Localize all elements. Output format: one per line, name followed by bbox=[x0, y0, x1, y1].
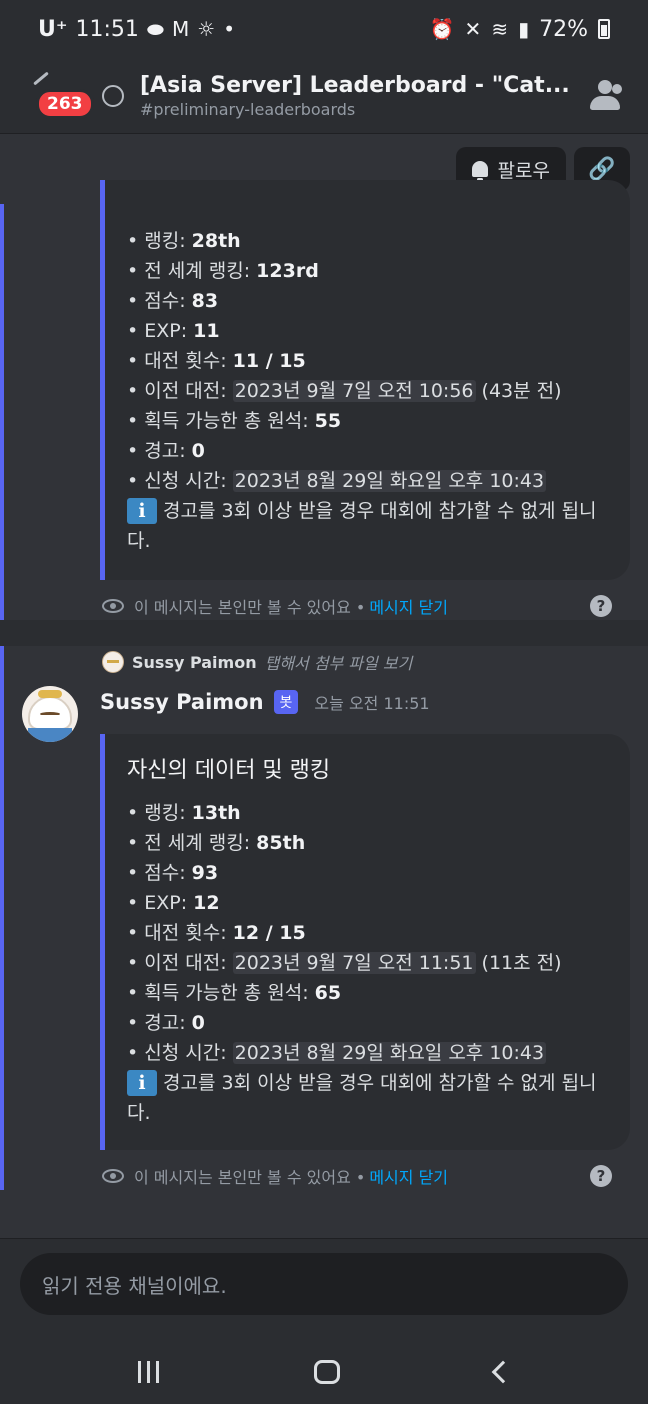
battery-percent: 72% bbox=[539, 16, 588, 42]
signal-icon: ▮ bbox=[518, 17, 530, 41]
channel-title: [Asia Server] Leaderboard - "Cat... bbox=[140, 72, 570, 98]
back-button[interactable] bbox=[491, 1360, 514, 1384]
ephemeral-text: 이 메시지는 본인만 볼 수 있어요 • bbox=[134, 598, 366, 617]
info-icon: i bbox=[127, 1070, 157, 1096]
home-button[interactable] bbox=[313, 1360, 340, 1384]
sun-icon: ☼ bbox=[197, 17, 216, 41]
menu-button[interactable]: 263 bbox=[22, 71, 94, 121]
dismiss-message-link[interactable]: 메시지 닫기 bbox=[369, 1164, 448, 1188]
message-header: Sussy Paimon 봇 오늘 오전 11:51 bbox=[100, 690, 430, 714]
embed-card: 자신의 데이터 및 랭킹 • 랭킹: 13th • 전 세계 랭킹: 85th … bbox=[100, 734, 630, 1150]
unread-badge: 263 bbox=[36, 88, 94, 119]
eye-icon bbox=[102, 599, 124, 613]
clock: 11:51 bbox=[75, 16, 139, 42]
dot-icon: • bbox=[223, 17, 235, 41]
bell-icon bbox=[471, 161, 488, 181]
field-exp: • EXP: 12 bbox=[127, 892, 220, 914]
avatar[interactable] bbox=[22, 686, 78, 742]
field-warnings: • 경고: 0 bbox=[127, 1012, 205, 1034]
highlight-bar bbox=[0, 204, 4, 620]
carrier-label: U⁺ bbox=[38, 16, 68, 42]
field-signup-time: • 신청 시간: 2023년 8월 29일 화요일 오후 10:43 bbox=[127, 470, 547, 492]
reply-avatar bbox=[102, 651, 124, 673]
hamburger-icon bbox=[33, 71, 49, 85]
follow-label: 팔로우 bbox=[497, 159, 550, 182]
mute-icon: ✕ bbox=[464, 17, 482, 41]
help-icon[interactable]: ? bbox=[590, 1165, 612, 1187]
field-primogems: • 획득 가능한 총 원석: 65 bbox=[127, 982, 342, 1004]
help-icon[interactable]: ? bbox=[590, 595, 612, 617]
bot-tag: 봇 bbox=[273, 690, 299, 714]
channel-title-block[interactable]: [Asia Server] Leaderboard - "Cat... #pre… bbox=[140, 73, 586, 119]
ephemeral-notice: 이 메시지는 본인만 볼 수 있어요 • 메시지 닫기 ? bbox=[102, 1164, 612, 1188]
system-navbar bbox=[0, 1339, 648, 1404]
ephemeral-text: 이 메시지는 본인만 볼 수 있어요 • bbox=[134, 1168, 366, 1187]
ephemeral-notice: 이 메시지는 본인만 볼 수 있어요 • 메시지 닫기 ? bbox=[102, 594, 612, 618]
wifi-icon: ≋ bbox=[491, 17, 509, 41]
field-score: • 점수: 83 bbox=[127, 290, 219, 312]
recents-button[interactable] bbox=[137, 1361, 159, 1383]
embed-card: • 랭킹: 28th • 전 세계 랭킹: 123rd • 점수: 83 • E… bbox=[100, 180, 630, 580]
reply-reference[interactable]: Sussy Paimon 탭해서 첨부 파일 보기 bbox=[102, 650, 412, 674]
highlight-bar bbox=[0, 646, 4, 1190]
channel-header: 263 [Asia Server] Leaderboard - "Cat... … bbox=[0, 58, 648, 134]
composer-area: 읽기 전용 채널이에요. bbox=[0, 1238, 648, 1404]
field-score: • 점수: 93 bbox=[127, 862, 219, 884]
embed-title: 자신의 데이터 및 랭킹 bbox=[127, 758, 331, 783]
members-icon[interactable] bbox=[586, 76, 626, 116]
field-rank: • 랭킹: 13th bbox=[127, 802, 241, 824]
author-name[interactable]: Sussy Paimon bbox=[100, 690, 264, 714]
field-prev-match: • 이전 대전: 2023년 9월 7일 오전 10:56 (43분 전) bbox=[127, 380, 562, 402]
reply-author: Sussy Paimon bbox=[132, 652, 257, 672]
info-note: i 경고를 3회 이상 받을 경우 대회에 참가할 수 없게 됩니다. bbox=[127, 1070, 597, 1124]
dismiss-message-link[interactable]: 메시지 닫기 bbox=[369, 594, 448, 618]
message-timestamp: 오늘 오전 11:51 bbox=[314, 694, 430, 713]
field-global-rank: • 전 세계 랭킹: 123rd bbox=[127, 260, 319, 282]
eye-icon bbox=[102, 1169, 124, 1183]
field-rank: • 랭킹: 28th bbox=[127, 230, 241, 252]
info-icon: i bbox=[127, 498, 157, 524]
timestamp[interactable]: 2023년 9월 7일 오전 10:56 bbox=[232, 380, 476, 402]
timestamp[interactable]: 2023년 8월 29일 화요일 오후 10:43 bbox=[232, 470, 547, 492]
field-primogems: • 획득 가능한 총 원석: 55 bbox=[127, 410, 342, 432]
field-prev-match: • 이전 대전: 2023년 9월 7일 오전 11:51 (11초 전) bbox=[127, 952, 562, 974]
message-divider bbox=[0, 620, 648, 646]
reply-preview: 탭해서 첨부 파일 보기 bbox=[264, 654, 413, 673]
field-signup-time: • 신청 시간: 2023년 8월 29일 화요일 오후 10:43 bbox=[127, 1042, 547, 1064]
timestamp[interactable]: 2023년 8월 29일 화요일 오후 10:43 bbox=[232, 1042, 547, 1064]
field-matches: • 대전 횟수: 11 / 15 bbox=[127, 350, 306, 372]
link-icon: 🔗 bbox=[588, 156, 616, 182]
alarm-icon: ⏰ bbox=[429, 17, 455, 41]
field-warnings: • 경고: 0 bbox=[127, 440, 205, 462]
field-exp: • EXP: 11 bbox=[127, 320, 220, 342]
gmail-icon: M bbox=[171, 17, 190, 41]
status-bar: U⁺ 11:51 ⬬ M ☼ • ⏰ ✕ ≋ ▮ 72% bbox=[0, 0, 648, 58]
field-matches: • 대전 횟수: 12 / 15 bbox=[127, 922, 306, 944]
info-note: i 경고를 3회 이상 받을 경우 대회에 참가할 수 없게 됩니다. bbox=[127, 498, 597, 552]
field-global-rank: • 전 세계 랭킹: 85th bbox=[127, 832, 306, 854]
pill-icon: ⬬ bbox=[146, 17, 164, 41]
channel-subtitle: #preliminary-leaderboards bbox=[140, 99, 356, 119]
thread-icon bbox=[102, 84, 124, 107]
battery-icon bbox=[598, 19, 610, 39]
message-input[interactable]: 읽기 전용 채널이에요. bbox=[20, 1253, 628, 1315]
timestamp[interactable]: 2023년 9월 7일 오전 11:51 bbox=[232, 952, 476, 974]
